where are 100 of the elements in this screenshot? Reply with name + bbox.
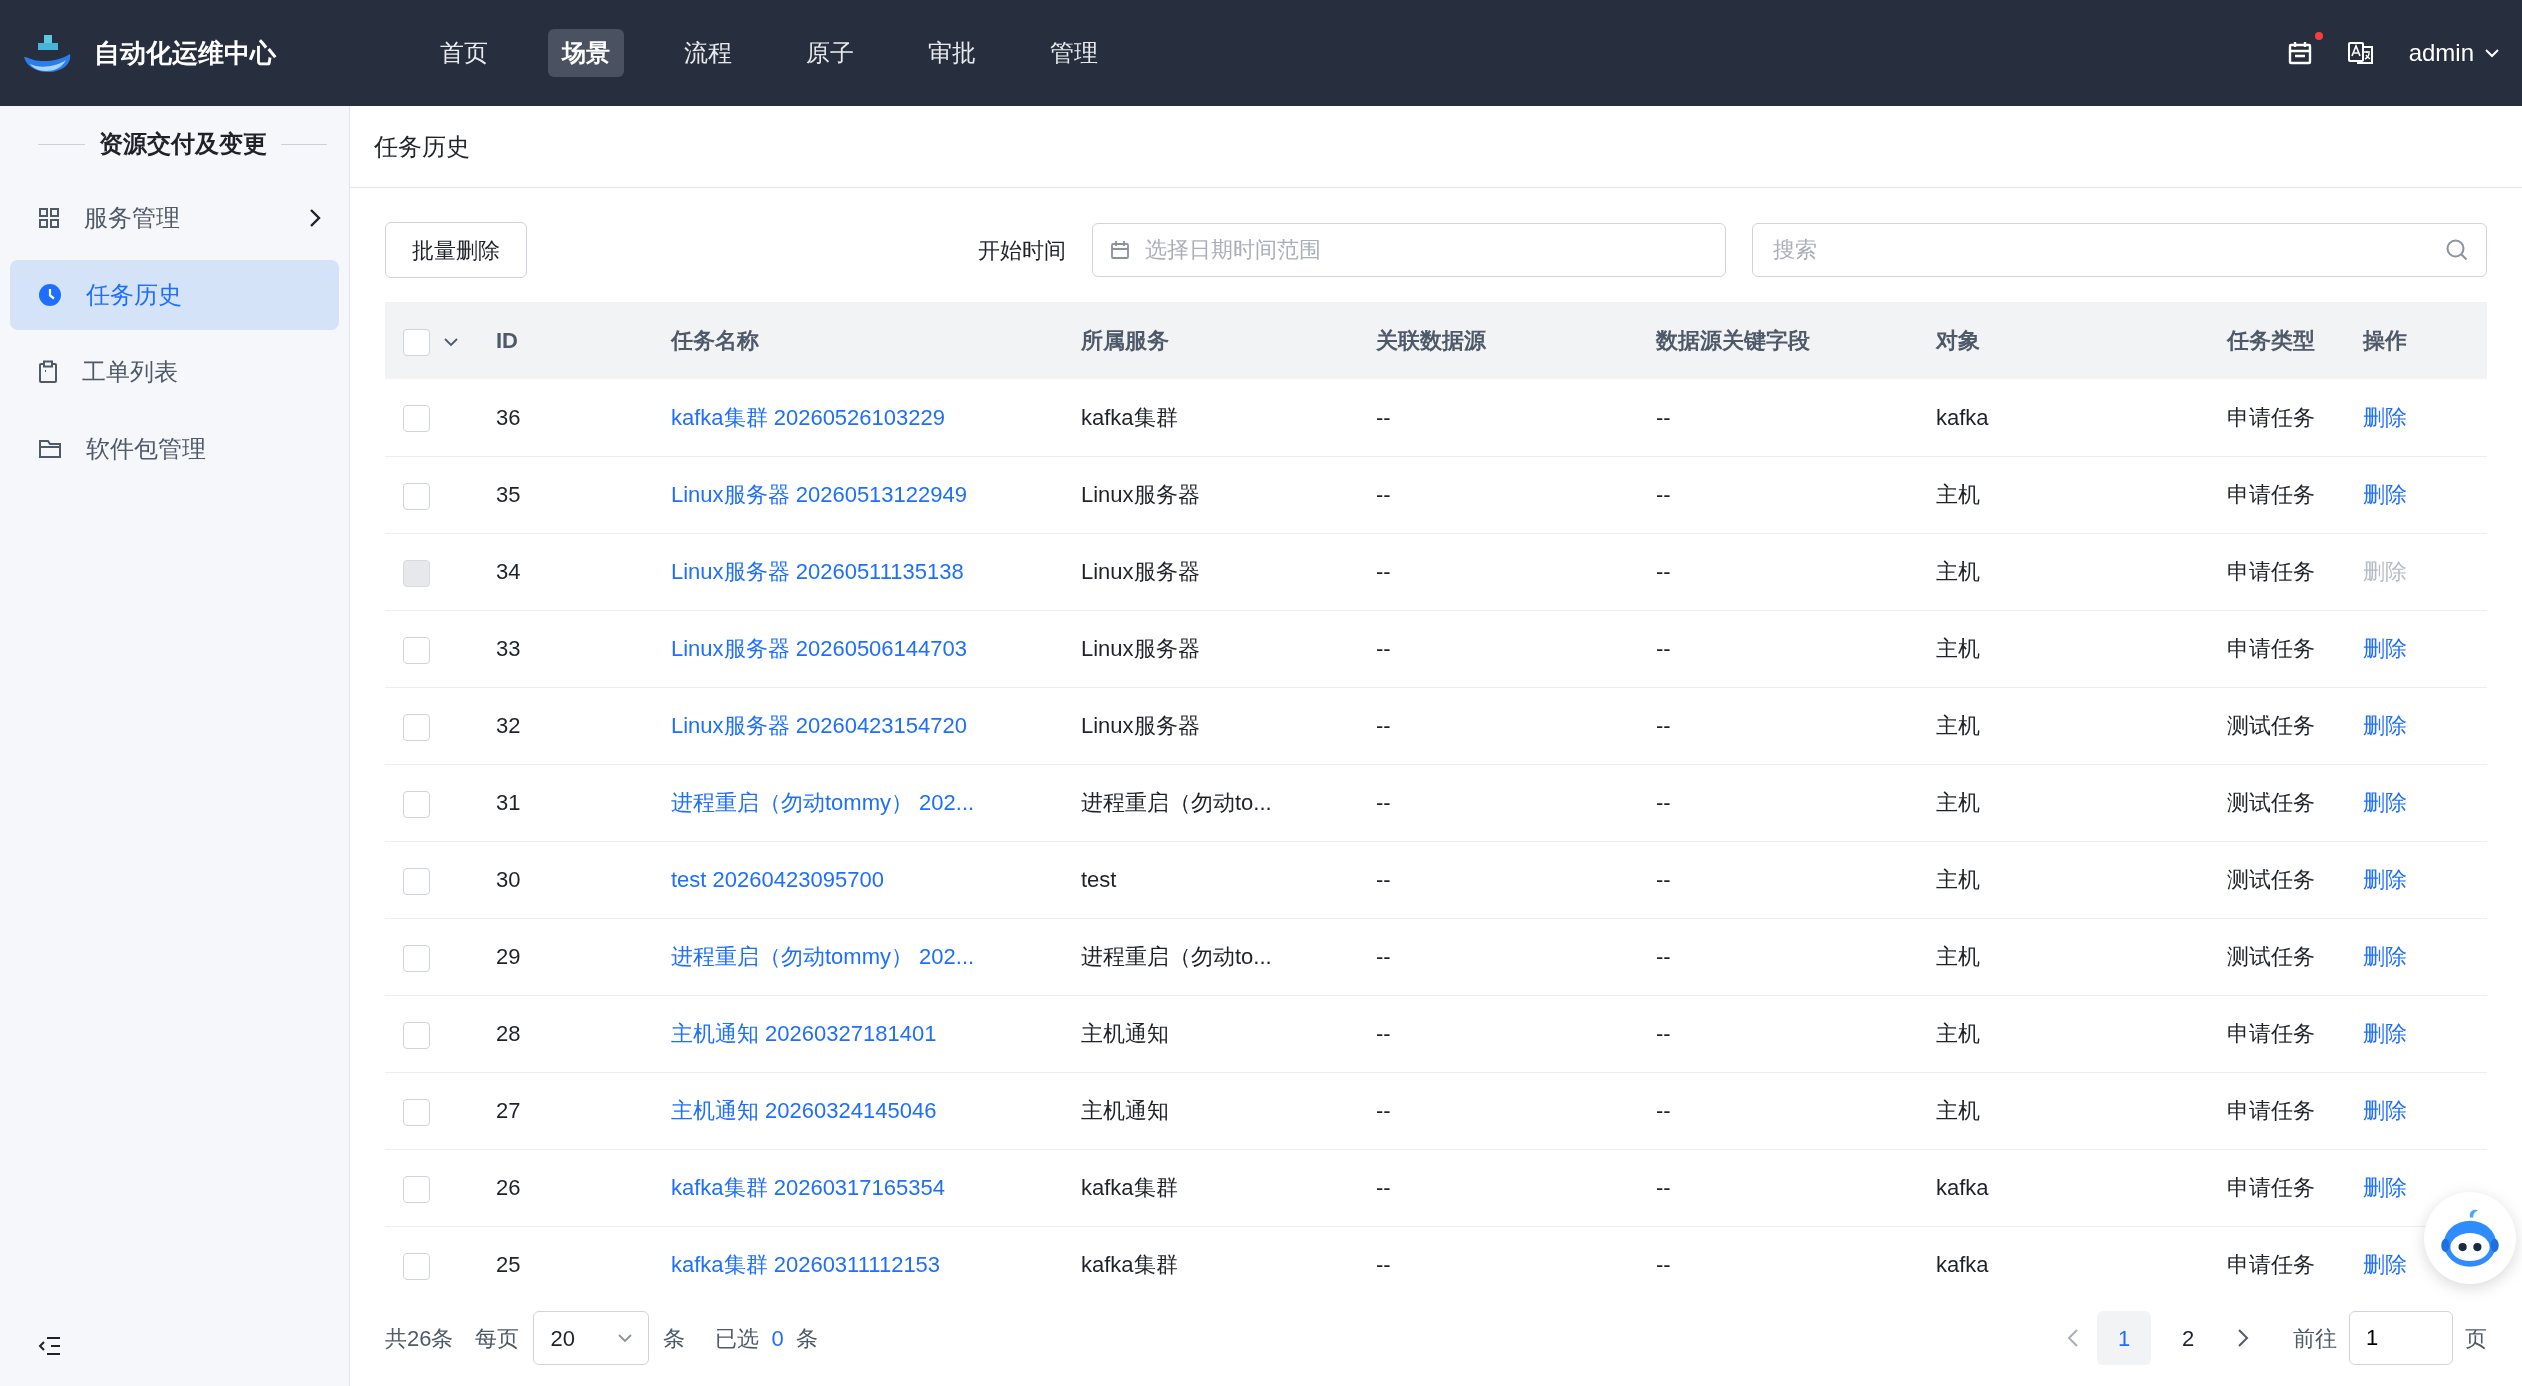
delete-link[interactable]: 删除: [2363, 636, 2407, 661]
task-link[interactable]: kafka集群 20260526103229: [671, 404, 945, 430]
delete-link[interactable]: 删除: [2363, 1098, 2407, 1123]
page-button[interactable]: 1: [2097, 1311, 2151, 1365]
row-checkbox[interactable]: [403, 790, 430, 818]
task-link[interactable]: Linux服务器 20260513122949: [671, 482, 967, 507]
goto-unit: 页: [2465, 1324, 2487, 1353]
table-cell: 主机通知: [1081, 1021, 1169, 1046]
row-checkbox[interactable]: [403, 867, 430, 895]
table-cell: --: [1376, 1098, 1391, 1123]
nav-tab[interactable]: 审批: [914, 29, 990, 77]
nav-tab[interactable]: 管理: [1036, 29, 1112, 77]
table-cell: Linux服务器: [1081, 482, 1200, 507]
table-cell: --: [1376, 713, 1391, 738]
row-checkbox[interactable]: [403, 1252, 430, 1280]
per-page-unit: 条: [663, 1324, 686, 1353]
delete-link[interactable]: 删除: [2363, 713, 2407, 738]
chevron-right-icon: [309, 208, 321, 228]
sidebar-item[interactable]: 任务历史: [10, 260, 339, 330]
calendar-icon[interactable]: [2286, 40, 2313, 66]
row-checkbox[interactable]: [403, 636, 430, 664]
nav-tab[interactable]: 流程: [670, 29, 746, 77]
goto-page-field[interactable]: 1: [2349, 1311, 2453, 1365]
batch-delete-button[interactable]: 批量删除: [385, 222, 527, 278]
table-cell: 测试任务: [2227, 944, 2315, 969]
nav-tab[interactable]: 原子: [792, 29, 868, 77]
select-all-checkbox[interactable]: [403, 328, 430, 356]
nav-tab[interactable]: 首页: [426, 29, 502, 77]
table-cell: 主机通知: [1081, 1098, 1169, 1123]
table-cell: --: [1376, 482, 1391, 507]
delete-link[interactable]: 删除: [2363, 1252, 2407, 1277]
row-checkbox[interactable]: [403, 405, 430, 433]
row-checkbox[interactable]: [403, 1175, 430, 1203]
previous-page-icon[interactable]: [2067, 1328, 2079, 1348]
sidebar-item[interactable]: 服务管理: [10, 183, 339, 253]
table-cell: kafka集群: [1081, 404, 1178, 430]
table-cell: 主机: [1936, 713, 1980, 738]
page-size-select[interactable]: 20: [533, 1311, 650, 1365]
sidebar-item[interactable]: 工单列表: [10, 337, 339, 407]
delete-link[interactable]: 删除: [2363, 404, 2407, 430]
row-checkbox[interactable]: [403, 713, 430, 741]
chevron-down-icon[interactable]: [2484, 48, 2500, 58]
delete-link[interactable]: 删除: [2363, 482, 2407, 507]
user-name[interactable]: admin: [2408, 35, 2474, 71]
table-cell: 申请任务: [2227, 636, 2315, 661]
page-title: 任务历史: [374, 131, 470, 162]
table-cell: --: [1656, 944, 1671, 969]
task-link[interactable]: 进程重启（勿动tommy） 202...: [671, 790, 975, 815]
row-checkbox[interactable]: [403, 944, 430, 972]
table-cell: 34: [496, 559, 521, 584]
task-link[interactable]: 主机通知 20260324145046: [671, 1098, 937, 1123]
table-cell: 主机: [1936, 1021, 1980, 1046]
next-page-icon[interactable]: [2237, 1328, 2249, 1348]
task-link[interactable]: test 20260423095700: [671, 867, 884, 892]
table-cell: 27: [496, 1098, 521, 1123]
collapse-sidebar-icon[interactable]: [38, 1336, 62, 1356]
table-cell: 32: [496, 713, 521, 738]
calendar-icon: [1110, 240, 1130, 260]
row-checkbox[interactable]: [403, 1021, 430, 1049]
search-icon[interactable]: [2445, 238, 2469, 262]
task-link[interactable]: Linux服务器 20260506144703: [671, 636, 967, 661]
column-header: 操作: [2363, 328, 2407, 353]
caret-icon[interactable]: [444, 337, 458, 347]
row-checkbox[interactable]: [403, 1098, 430, 1126]
search-field[interactable]: 搜索: [1752, 223, 2487, 277]
sidebar-item[interactable]: 软件包管理: [10, 414, 339, 484]
goto-label: 前往: [2293, 1324, 2337, 1353]
delete-link[interactable]: 删除: [2363, 944, 2407, 969]
selected-unit: 条: [795, 1324, 818, 1353]
folder-icon: [38, 439, 62, 459]
page-button[interactable]: 2: [2161, 1311, 2215, 1365]
table-cell: 26: [496, 1175, 521, 1200]
table-cell: kafka集群: [1081, 1175, 1178, 1200]
translate-icon[interactable]: [2346, 40, 2375, 66]
table-cell: --: [1376, 1175, 1391, 1200]
table-cell: --: [1656, 713, 1671, 738]
clock-icon: [38, 283, 62, 307]
table-cell: 进程重启（勿动to...: [1081, 790, 1272, 815]
table-cell: 测试任务: [2227, 867, 2315, 892]
delete-link[interactable]: 删除: [2363, 790, 2407, 815]
delete-link[interactable]: 删除: [2363, 1021, 2407, 1046]
task-link[interactable]: 主机通知 20260327181401: [671, 1021, 937, 1046]
table-cell: Linux服务器: [1081, 713, 1200, 738]
column-header: 任务类型: [2227, 328, 2315, 353]
table-cell: 主机: [1936, 790, 1980, 815]
delete-link[interactable]: 删除: [2363, 1175, 2407, 1200]
row-checkbox[interactable]: [403, 482, 430, 510]
delete-link[interactable]: 删除: [2363, 867, 2407, 892]
task-link[interactable]: kafka集群 20260311112153: [671, 1252, 941, 1277]
task-link[interactable]: 进程重启（勿动tommy） 202...: [671, 944, 975, 969]
table-cell: 主机: [1936, 559, 1980, 584]
table-cell: --: [1656, 482, 1671, 507]
table-cell: --: [1376, 944, 1391, 969]
table-cell: --: [1656, 1098, 1671, 1123]
nav-tab[interactable]: 场景: [548, 29, 624, 77]
task-link[interactable]: kafka集群 20260317165354: [671, 1175, 945, 1200]
task-link[interactable]: Linux服务器 20260423154720: [671, 713, 967, 738]
table-cell: Linux服务器: [1081, 636, 1200, 661]
date-range-field[interactable]: 选择日期时间范围: [1092, 223, 1726, 277]
table-cell: 主机: [1936, 636, 1980, 661]
